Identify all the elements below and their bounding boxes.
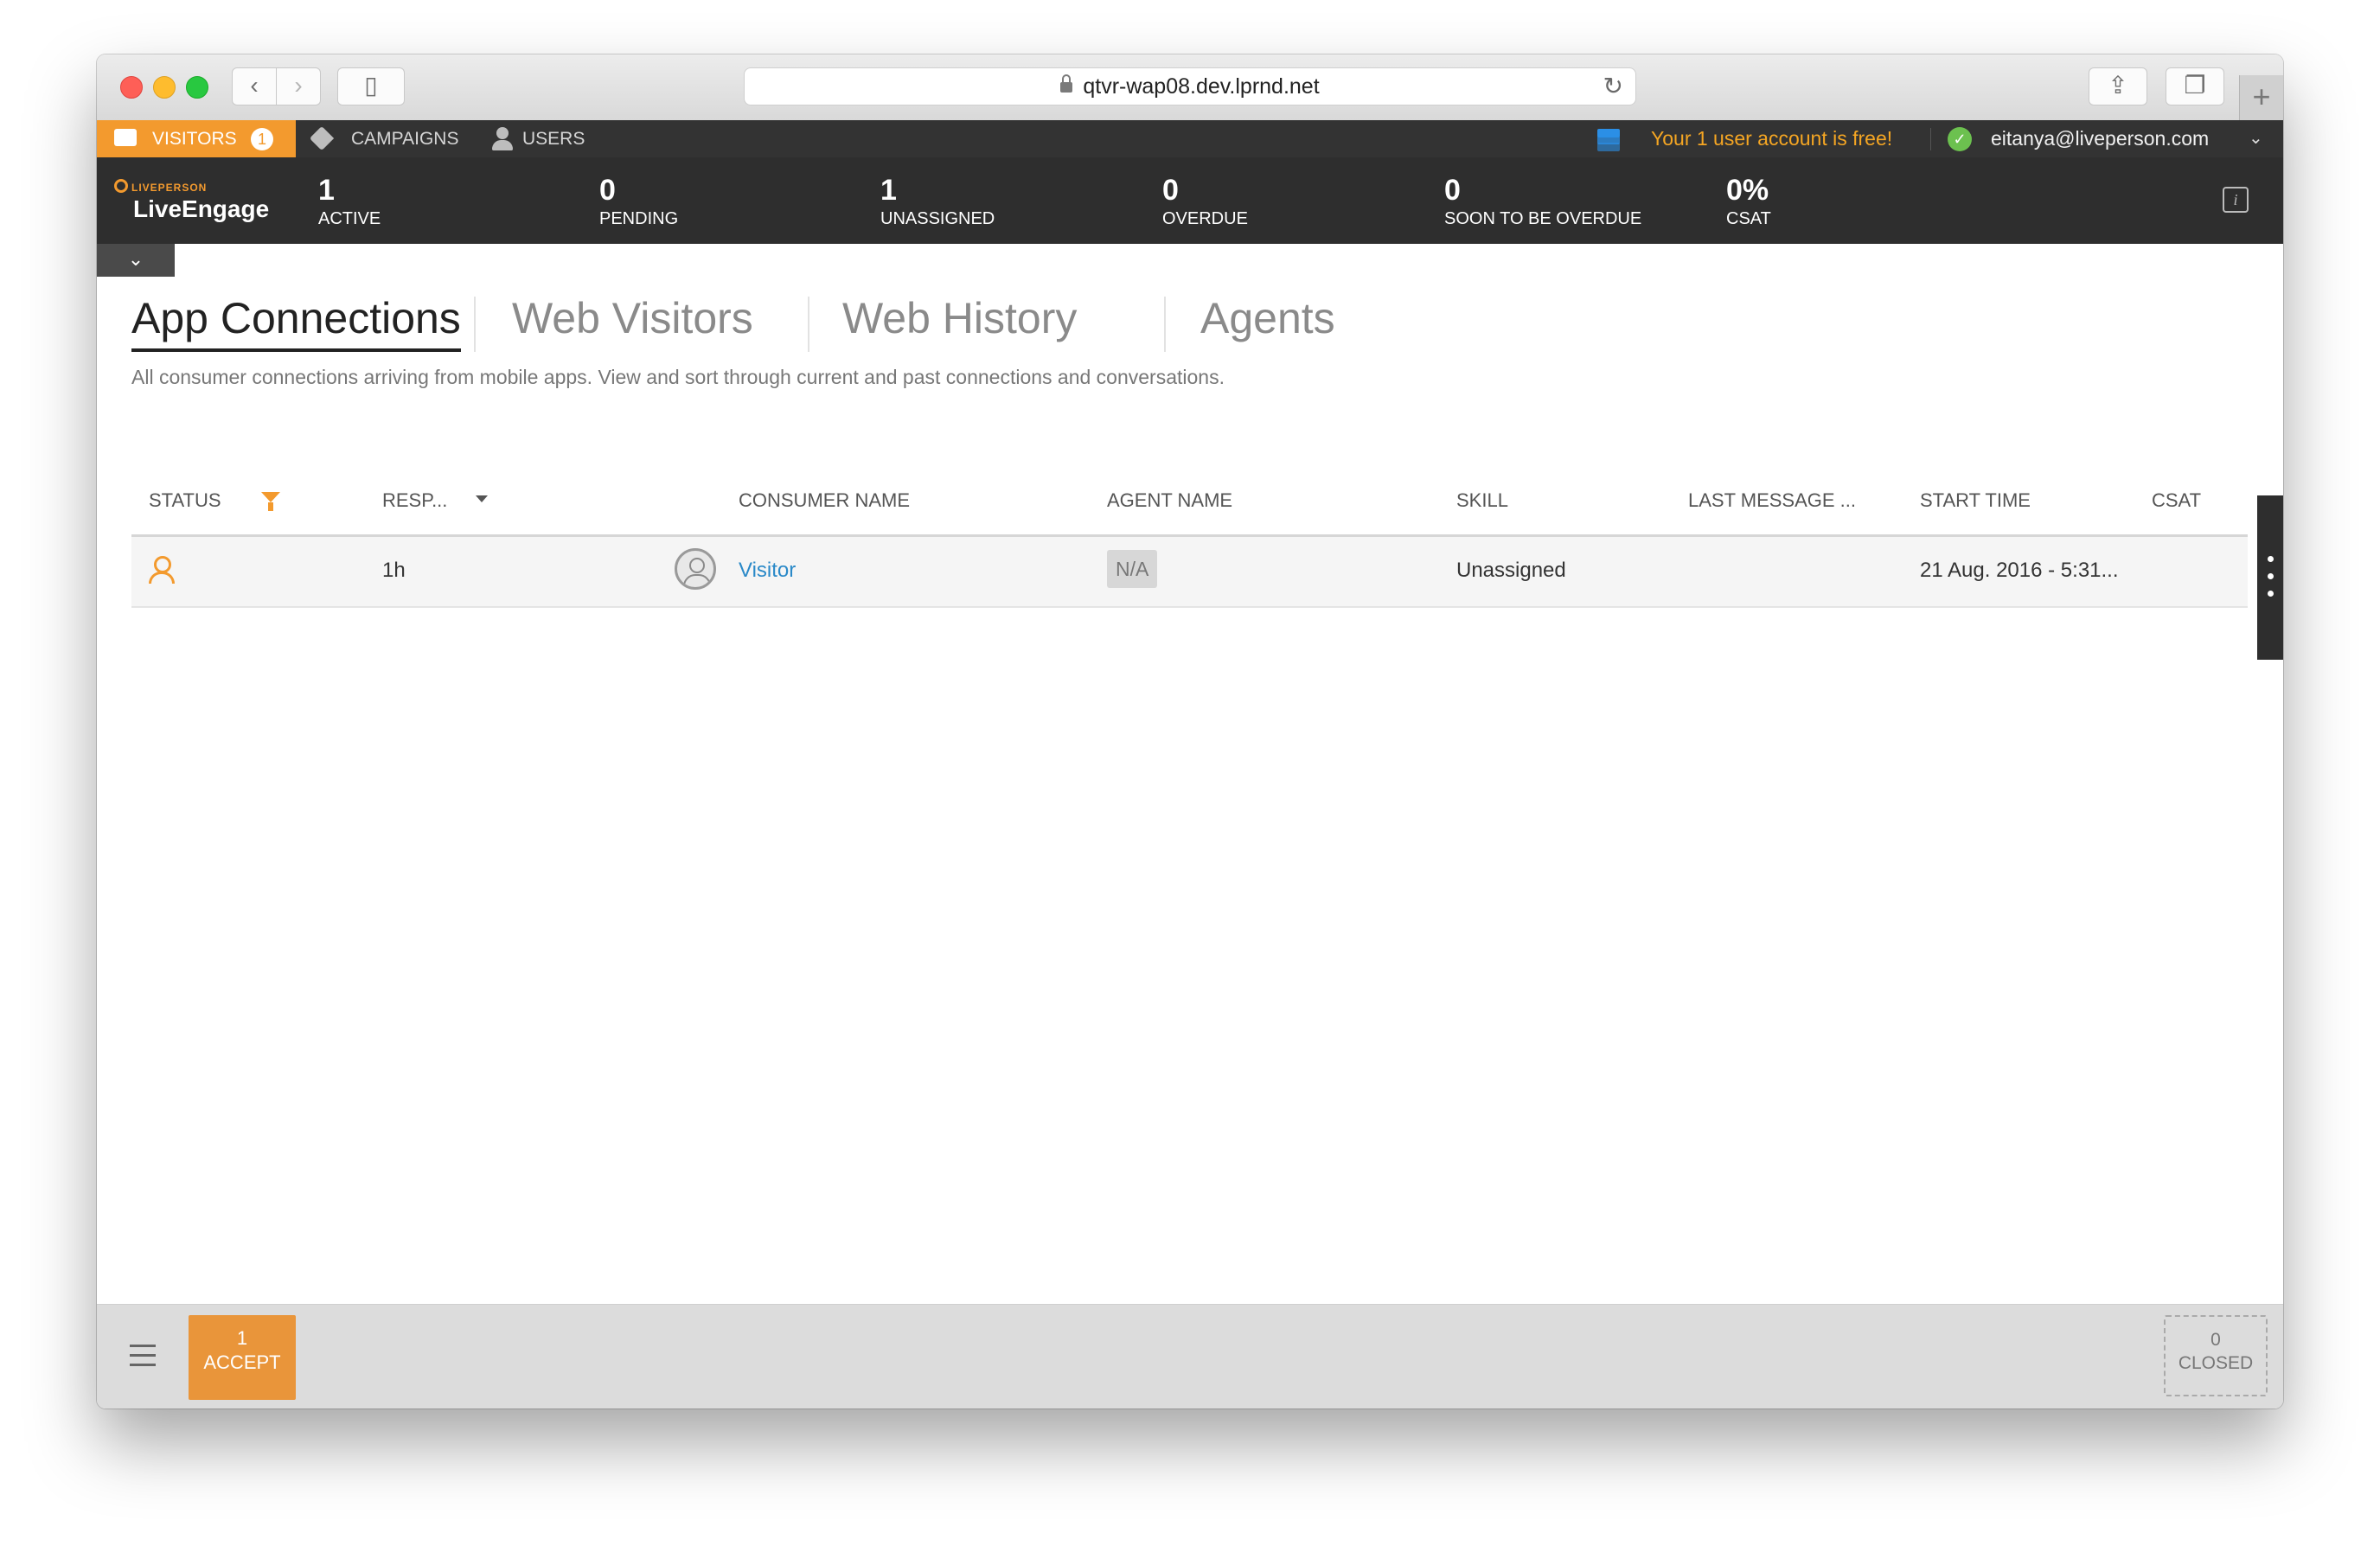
- layers-icon[interactable]: [1595, 127, 1624, 151]
- tag-icon: [309, 125, 335, 151]
- tabs-icon: ❐: [2184, 72, 2206, 99]
- visitors-count-badge: 1: [251, 128, 273, 150]
- stat-label: ACTIVE: [318, 209, 381, 228]
- menu-icon[interactable]: [130, 1345, 156, 1373]
- reload-icon[interactable]: ↻: [1603, 68, 1623, 105]
- col-status[interactable]: STATUS: [149, 489, 221, 512]
- tab-web-history[interactable]: Web History: [842, 288, 1077, 348]
- accept-count: 1: [236, 1327, 248, 1349]
- logo-small-text: LIVEPERSON: [114, 179, 269, 194]
- stat-unassigned[interactable]: 1 UNASSIGNED: [880, 173, 995, 229]
- chevron-left-icon: ‹: [250, 72, 259, 99]
- sort-down-icon[interactable]: [476, 495, 488, 502]
- logo-big-text: LiveEngage: [133, 195, 270, 222]
- minimize-window-button[interactable]: [153, 76, 176, 99]
- stat-value: 1: [318, 174, 335, 207]
- connections-table: STATUS RESP... CONSUMER NAME AGENT NAME …: [131, 470, 2248, 608]
- table-header: STATUS RESP... CONSUMER NAME AGENT NAME …: [131, 470, 2248, 537]
- cell-start-time: 21 Aug. 2016 - 5:31...: [1920, 559, 2119, 582]
- stat-csat[interactable]: 0% CSAT: [1726, 173, 1771, 229]
- accept-button[interactable]: 1 ACCEPT: [189, 1315, 296, 1400]
- browser-window: ‹ › ▯ qtvr-wap08.dev.lprnd.net ↻ ⇪ ❐ + V…: [97, 54, 2283, 1409]
- online-status-icon: ✓: [1948, 127, 1972, 151]
- show-tabs-button[interactable]: ❐: [2166, 67, 2224, 105]
- nav-users-label: USERS: [522, 129, 585, 149]
- closed-label: CLOSED: [2178, 1353, 2254, 1373]
- bottom-bar: 1 ACCEPT 0 CLOSED: [97, 1304, 2283, 1409]
- tab-divider: [808, 297, 809, 352]
- col-skill[interactable]: SKILL: [1456, 489, 1508, 512]
- url-text: qtvr-wap08.dev.lprnd.net: [1083, 74, 1320, 99]
- agent-name-badge: N/A: [1107, 550, 1158, 588]
- closed-count: 0: [2210, 1330, 2221, 1350]
- nav-campaigns-label: CAMPAIGNS: [351, 129, 459, 149]
- cell-skill: Unassigned: [1456, 559, 1566, 582]
- stat-value: 0: [1444, 174, 1461, 207]
- col-csat[interactable]: CSAT: [2152, 489, 2201, 512]
- free-account-message[interactable]: Your 1 user account is free!: [1651, 120, 1892, 157]
- address-bar[interactable]: qtvr-wap08.dev.lprnd.net ↻: [744, 67, 1636, 105]
- avatar: [675, 548, 716, 590]
- chat-bubble-icon: [114, 129, 137, 146]
- col-consumer-name[interactable]: CONSUMER NAME: [739, 489, 910, 512]
- stats-bar: LIVEPERSON LiveEngage 1 ACTIVE 0 PENDING…: [97, 157, 2283, 244]
- accept-label: ACCEPT: [203, 1351, 281, 1373]
- browser-titlebar: ‹ › ▯ qtvr-wap08.dev.lprnd.net ↻ ⇪ ❐ +: [97, 54, 2283, 121]
- nav-visitors-label: VISITORS: [152, 129, 237, 149]
- back-button[interactable]: ‹: [232, 67, 277, 105]
- close-window-button[interactable]: [120, 76, 143, 99]
- stat-value: 1: [880, 174, 897, 207]
- filter-icon[interactable]: [261, 492, 280, 511]
- tab-divider: [474, 297, 476, 352]
- closed-button[interactable]: 0 CLOSED: [2164, 1315, 2268, 1396]
- stat-label: UNASSIGNED: [880, 209, 995, 228]
- col-agent-name[interactable]: AGENT NAME: [1107, 489, 1232, 512]
- app-navbar: VISITORS 1 CAMPAIGNS USERS Your 1 user a…: [97, 120, 2283, 157]
- col-response[interactable]: RESP...: [382, 489, 447, 512]
- table-row[interactable]: 1h Visitor N/A Unassigned 21 Aug. 2016 -…: [131, 537, 2248, 608]
- stat-value: 0%: [1726, 174, 1769, 207]
- sidebar-toggle-button[interactable]: ▯: [337, 67, 405, 105]
- nav-visitors[interactable]: VISITORS 1: [97, 120, 296, 157]
- side-panel-handle[interactable]: [2257, 495, 2283, 660]
- stat-value: 0: [1162, 174, 1179, 207]
- share-icon: ⇪: [2108, 72, 2128, 99]
- stat-label: PENDING: [599, 209, 679, 228]
- chevron-down-icon[interactable]: ⌄: [2249, 120, 2263, 157]
- col-start-time[interactable]: START TIME: [1920, 489, 2031, 512]
- tab-web-visitors[interactable]: Web Visitors: [512, 288, 753, 348]
- tab-agents[interactable]: Agents: [1200, 288, 1335, 348]
- stat-overdue[interactable]: 0 OVERDUE: [1162, 173, 1248, 229]
- stat-label: OVERDUE: [1162, 209, 1248, 228]
- tab-app-connections[interactable]: App Connections: [131, 288, 461, 352]
- info-icon[interactable]: i: [2223, 187, 2249, 213]
- stat-soon-overdue[interactable]: 0 SOON TO BE OVERDUE: [1444, 173, 1641, 229]
- cell-response: 1h: [382, 559, 406, 582]
- nav-divider: [1930, 128, 1931, 150]
- stat-value: 0: [599, 174, 616, 207]
- collapse-stats-button[interactable]: ⌄: [97, 244, 175, 277]
- tab-divider: [1164, 297, 1166, 352]
- user-icon: [491, 127, 514, 151]
- new-tab-button[interactable]: +: [2239, 75, 2283, 120]
- consumer-name-link[interactable]: Visitor: [739, 559, 796, 583]
- chevron-down-icon: ⌄: [127, 248, 144, 270]
- zoom-window-button[interactable]: [186, 76, 208, 99]
- person-icon: [147, 556, 176, 587]
- page-description: All consumer connections arriving from m…: [131, 366, 1225, 388]
- stat-active[interactable]: 1 ACTIVE: [318, 173, 381, 229]
- user-email[interactable]: eitanya@liveperson.com: [1991, 120, 2209, 157]
- liveengage-logo: LIVEPERSON LiveEngage: [114, 179, 269, 223]
- share-button[interactable]: ⇪: [2089, 67, 2147, 105]
- sidebar-icon: ▯: [364, 72, 378, 99]
- stat-pending[interactable]: 0 PENDING: [599, 173, 678, 229]
- stat-label: CSAT: [1726, 209, 1771, 228]
- col-last-message[interactable]: LAST MESSAGE ...: [1688, 489, 1856, 512]
- stat-label: SOON TO BE OVERDUE: [1444, 209, 1642, 228]
- plus-icon: +: [2252, 79, 2271, 114]
- lock-icon: [1060, 74, 1073, 93]
- chevron-right-icon: ›: [294, 72, 303, 99]
- forward-button[interactable]: ›: [276, 67, 321, 105]
